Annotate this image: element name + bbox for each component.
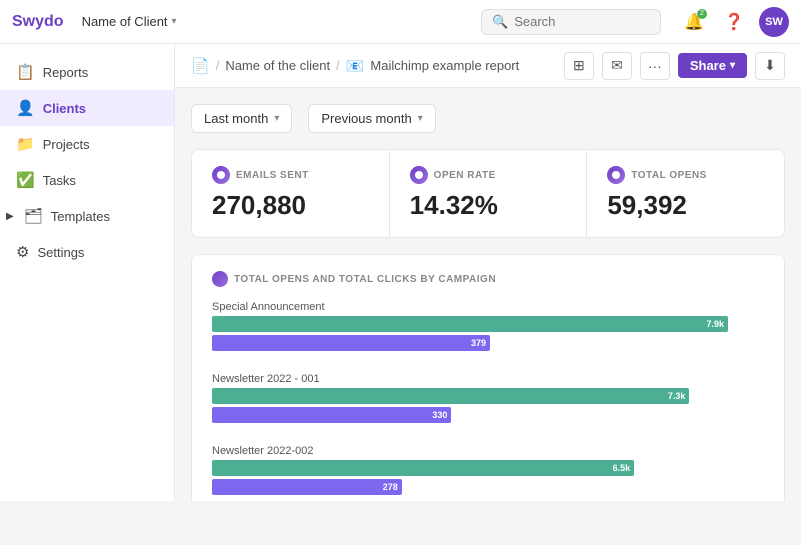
prev-month-filter[interactable]: Previous month ▾ (308, 104, 435, 133)
topbar-icons: 🔔 2 ❓ SW (679, 7, 789, 37)
bar-label-1: Special Announcement (212, 301, 764, 313)
chart-bars: Special Announcement 7.9k (212, 301, 764, 495)
sidebar-label-reports: Reports (43, 65, 89, 80)
sidebar-label-settings: Settings (37, 245, 84, 260)
sidebar-item-clients[interactable]: 👤 Clients (0, 90, 174, 126)
bar-label-2: Newsletter 2022 - 001 (212, 373, 764, 385)
bar-clicks-2: 330 (212, 407, 451, 423)
stat-value-open-rate: 14.32% (410, 190, 567, 221)
avatar[interactable]: SW (759, 7, 789, 37)
chevron-down-icon: ▾ (418, 113, 423, 124)
stat-value-total-opens: 59,392 (607, 190, 764, 221)
prev-month-label: Previous month (321, 111, 411, 126)
bc-actions: ⊞ ✉ ··· Share ▾ ⬇ (564, 52, 785, 80)
help-button[interactable]: ❓ (719, 7, 749, 37)
bar-group-3: Newsletter 2022-002 6.5k (212, 445, 764, 495)
stat-label-emails-sent: EMAILS SENT (212, 166, 369, 184)
mailchimp-stat-icon-3 (607, 166, 625, 184)
more-options-button[interactable]: ··· (640, 52, 670, 80)
share-label: Share (690, 58, 726, 73)
settings-icon: ⚙ (16, 243, 29, 261)
bar-opens-val-3: 6.5k (613, 463, 631, 473)
tasks-icon: ✅ (16, 171, 35, 189)
bar-opens-2: 7.3k (212, 388, 689, 404)
sidebar-item-reports[interactable]: 📋 Reports (0, 54, 174, 90)
bar-clicks-val-3: 278 (383, 482, 398, 492)
breadcrumb-report-link[interactable]: Mailchimp example report (370, 58, 519, 73)
mailchimp-icon: 📧 (346, 57, 365, 75)
bar-opens-val-2: 7.3k (668, 391, 686, 401)
chevron-down-icon: ▾ (172, 16, 177, 27)
mailchimp-stat-icon (212, 166, 230, 184)
clients-icon: 👤 (16, 99, 35, 117)
stat-label-open-rate: OPEN RATE (410, 166, 567, 184)
mailchimp-stat-icon-2 (410, 166, 428, 184)
templates-icon: 🗂 (24, 207, 43, 225)
view-toggle-button[interactable]: ⊞ (564, 52, 594, 80)
breadcrumb-client-link[interactable]: Name of the client (225, 58, 330, 73)
sidebar-label-clients: Clients (43, 101, 86, 116)
sidebar-label-projects: Projects (43, 137, 90, 152)
bar-opens-1: 7.9k (212, 316, 728, 332)
bars-2: 7.3k 330 (212, 388, 764, 423)
bar-clicks-val-1: 379 (471, 338, 486, 348)
sidebar: 📋 Reports 👤 Clients 📁 Projects ✅ Tasks ▶… (0, 44, 175, 501)
layout: 📋 Reports 👤 Clients 📁 Projects ✅ Tasks ▶… (0, 44, 801, 501)
projects-icon: 📁 (16, 135, 35, 153)
bar-opens-3: 6.5k (212, 460, 634, 476)
sidebar-item-templates[interactable]: ▶ 🗂 Templates (0, 198, 174, 234)
search-icon: 🔍 (492, 14, 508, 30)
doc-icon: 📄 (191, 57, 210, 75)
bars-1: 7.9k 379 (212, 316, 764, 351)
chart-area: Special Announcement 7.9k (212, 301, 764, 501)
stat-emails-sent: EMAILS SENT 270,880 (192, 150, 390, 237)
client-name: Name of Client (82, 14, 168, 29)
client-selector[interactable]: Name of Client ▾ (82, 14, 177, 29)
sidebar-label-tasks: Tasks (43, 173, 76, 188)
bar-opens-val-1: 7.9k (706, 319, 724, 329)
download-button[interactable]: ⬇ (755, 52, 785, 80)
logo: Swydo (12, 13, 64, 31)
chevron-down-icon: ▾ (730, 60, 735, 71)
main-content: 📄 / Name of the client / 📧 Mailchimp exa… (175, 44, 801, 501)
stat-label-total-opens: TOTAL OPENS (607, 166, 764, 184)
sidebar-item-settings[interactable]: ⚙ Settings (0, 234, 174, 270)
bar-label-3: Newsletter 2022-002 (212, 445, 764, 457)
bar-clicks-val-2: 330 (432, 410, 447, 420)
bars-3: 6.5k 278 (212, 460, 764, 495)
breadcrumb-bar: 📄 / Name of the client / 📧 Mailchimp exa… (175, 44, 801, 88)
search-input[interactable] (514, 14, 650, 29)
sidebar-item-tasks[interactable]: ✅ Tasks (0, 162, 174, 198)
chart-title: TOTAL OPENS AND TOTAL CLICKS BY CAMPAIGN (212, 271, 764, 287)
sidebar-label-templates: Templates (51, 209, 110, 224)
notification-badge: 2 (697, 9, 707, 19)
topbar: Swydo Name of Client ▾ 🔍 🔔 2 ❓ SW (0, 0, 801, 44)
last-month-filter[interactable]: Last month ▾ (191, 104, 292, 133)
reports-icon: 📋 (16, 63, 35, 81)
last-month-label: Last month (204, 111, 268, 126)
stat-total-opens: TOTAL OPENS 59,392 (587, 150, 784, 237)
date-filters: Last month ▾ Previous month ▾ (191, 104, 785, 133)
bar-group-2: Newsletter 2022 - 001 7.3k (212, 373, 764, 423)
stat-value-emails-sent: 270,880 (212, 190, 369, 221)
breadcrumb: 📄 / Name of the client / 📧 Mailchimp exa… (191, 57, 519, 75)
chevron-down-icon: ▾ (274, 113, 279, 124)
chart-mailchimp-icon (212, 271, 228, 287)
content-area: Last month ▾ Previous month ▾ EMAILS SEN… (175, 88, 801, 501)
expand-icon: ▶ (6, 211, 14, 222)
bar-clicks-3: 278 (212, 479, 402, 495)
email-button[interactable]: ✉ (602, 52, 632, 80)
bar-group-1: Special Announcement 7.9k (212, 301, 764, 351)
stats-row: EMAILS SENT 270,880 OPEN RATE 14.32% (191, 149, 785, 238)
chart-section: TOTAL OPENS AND TOTAL CLICKS BY CAMPAIGN… (191, 254, 785, 501)
notifications-button[interactable]: 🔔 2 (679, 7, 709, 37)
share-button[interactable]: Share ▾ (678, 53, 747, 78)
stat-open-rate: OPEN RATE 14.32% (390, 150, 588, 237)
sidebar-item-projects[interactable]: 📁 Projects (0, 126, 174, 162)
search-bar[interactable]: 🔍 (481, 9, 661, 35)
bar-clicks-1: 379 (212, 335, 490, 351)
